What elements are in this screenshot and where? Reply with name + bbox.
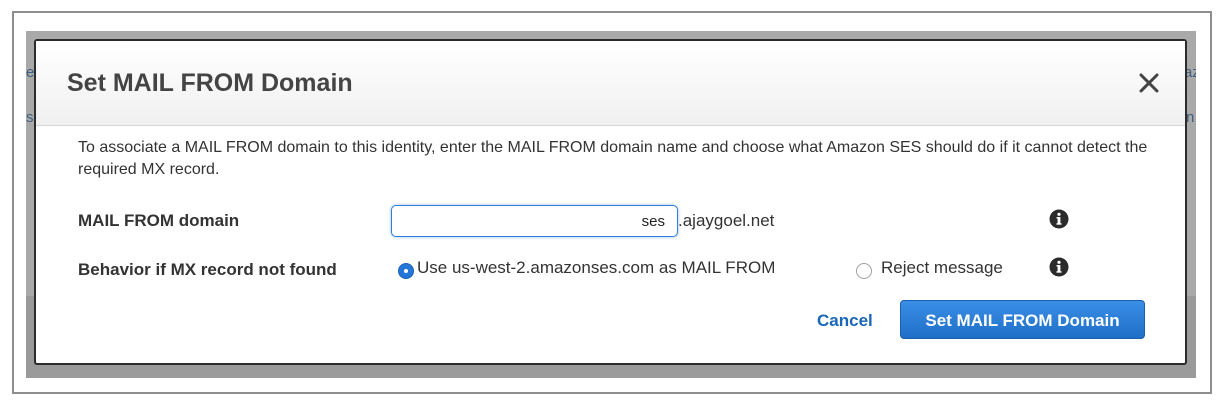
mail-from-domain-label: MAIL FROM domain <box>78 211 240 230</box>
radio-use-amazonses[interactable] <box>398 263 414 279</box>
close-icon[interactable] <box>1137 71 1161 95</box>
domain-suffix: .ajaygoel.net <box>678 211 775 230</box>
dialog-description: To associate a MAIL FROM domain to this … <box>78 139 1148 178</box>
set-mail-from-domain-button[interactable]: Set MAIL FROM Domain <box>900 300 1145 339</box>
set-mail-from-dialog: Set MAIL FROM Domain To associate a MAIL… <box>34 39 1187 365</box>
radio-label-reject-message[interactable]: Reject message <box>881 258 1003 278</box>
info-circle-icon[interactable] <box>1049 209 1069 229</box>
info-circle-icon[interactable] <box>1049 257 1069 277</box>
radio-reject-message[interactable] <box>856 263 872 279</box>
dialog-title: Set MAIL FROM Domain <box>67 69 353 97</box>
radio-label-use-amazonses[interactable]: Use us-west-2.amazonses.com as MAIL FROM <box>417 258 775 278</box>
mail-from-domain-input[interactable] <box>391 205 678 237</box>
behavior-label: Behavior if MX record not found <box>78 260 337 279</box>
background-text-fragment: s <box>26 109 34 126</box>
background-text-fragment: n <box>1186 109 1195 126</box>
cancel-button[interactable]: Cancel <box>817 311 873 331</box>
dialog-header: Set MAIL FROM Domain <box>36 41 1185 126</box>
